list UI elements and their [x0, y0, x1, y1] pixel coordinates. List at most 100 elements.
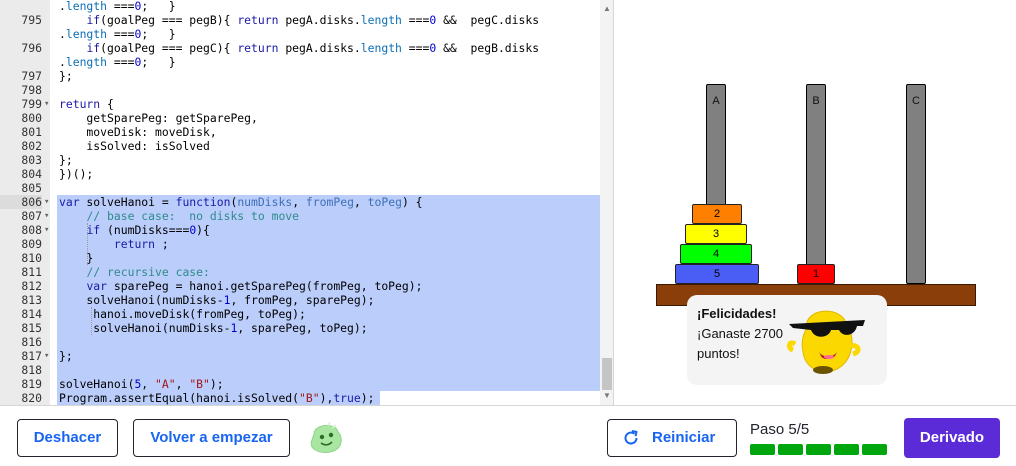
restart-label: Reiniciar [652, 429, 716, 446]
toast-title: ¡Felicidades! [697, 306, 777, 321]
indent-guide [87, 223, 88, 265]
fold-arrow-icon[interactable]: ▾ [44, 209, 52, 223]
indent-guide [91, 307, 92, 335]
code-text[interactable]: return { [59, 97, 114, 111]
line-number: 814 [21, 307, 42, 321]
code-text[interactable]: solveHanoi(numDisks-1, fromPeg, sparePeg… [59, 293, 374, 307]
code-line[interactable]: 798 [0, 83, 600, 97]
code-text[interactable]: .length ===0; } [59, 0, 176, 13]
code-line[interactable]: 804})(); [0, 167, 600, 181]
code-line[interactable]: 802 isSolved: isSolved [0, 139, 600, 153]
scroll-thumb[interactable] [602, 358, 612, 390]
code-text[interactable]: // recursive case: [59, 265, 209, 279]
code-line[interactable]: .length ===0; } [0, 55, 600, 69]
peg-label-b: B [812, 95, 820, 107]
fold-arrow-icon[interactable]: ▾ [44, 195, 52, 209]
code-text[interactable]: solveHanoi(numDisks-1, sparePeg, toPeg); [59, 321, 367, 335]
code-text[interactable]: }; [59, 69, 73, 83]
code-text[interactable]: // base case: no disks to move [59, 209, 299, 223]
code-text[interactable]: hanoi.moveDisk(fromPeg, toPeg); [59, 307, 306, 321]
code-line[interactable]: 817 ▾}; [0, 349, 600, 363]
line-number: 810 [21, 251, 42, 265]
editor-scrollbar[interactable]: ▲ ▼ [600, 0, 613, 405]
code-line[interactable]: .length ===0; } [0, 0, 600, 13]
line-number: 806 [0, 195, 42, 209]
code-text[interactable]: var solveHanoi = function(numDisks, from… [59, 195, 423, 209]
peg-c: C [906, 84, 926, 284]
code-line[interactable]: 795 if(goalPeg === pegB){ return pegA.di… [0, 13, 600, 27]
line-number: 801 [21, 125, 42, 139]
sunglasses-mascot-icon [786, 310, 865, 374]
line-number: 802 [21, 139, 42, 153]
next-button[interactable]: Derivado [904, 418, 1000, 458]
code-text[interactable]: if(goalPeg === pegC){ return pegA.disks.… [59, 41, 539, 55]
code-line[interactable]: 796 if(goalPeg === pegC){ return pegA.di… [0, 41, 600, 55]
code-line[interactable]: 812 var sparePeg = hanoi.getSparePeg(fro… [0, 279, 600, 293]
restart-icon [624, 430, 638, 445]
peg-label-c: C [912, 95, 920, 107]
code-line[interactable]: 810 } [0, 251, 600, 265]
code-text[interactable]: })(); [59, 167, 93, 181]
code-text[interactable]: moveDisk: moveDisk, [59, 125, 216, 139]
code-line[interactable]: 814 hanoi.moveDisk(fromPeg, toPeg); [0, 307, 600, 321]
peg-b: B [806, 84, 826, 284]
code-text[interactable]: if(goalPeg === pegB){ return pegA.disks.… [59, 13, 539, 27]
disk-2: 2 [692, 204, 742, 224]
code-text[interactable]: .length ===0; } [59, 55, 176, 69]
code-text[interactable]: solveHanoi(5, "A", "B"); [59, 377, 224, 391]
code-line[interactable]: 806 ▾ var solveHanoi = function(numDisks, … [0, 195, 600, 209]
fold-arrow-icon[interactable]: ▾ [44, 97, 52, 111]
line-number: 800 [21, 111, 42, 125]
fold-arrow-icon[interactable]: ▾ [44, 349, 52, 363]
footer-bar: Deshacer Volver a empezar Reiniciar Paso… [0, 405, 1016, 466]
code-text[interactable]: getSparePeg: getSparePeg, [59, 111, 257, 125]
code-line[interactable]: 805 [0, 181, 600, 195]
progress-segment [750, 444, 775, 455]
undo-button[interactable]: Deshacer [17, 419, 118, 457]
code-line[interactable]: 808 ▾ if (numDisks===0){ [0, 223, 600, 237]
code-line[interactable]: 801 moveDisk: moveDisk, [0, 125, 600, 139]
code-text[interactable]: .length ===0; } [59, 27, 176, 41]
code-line[interactable]: 813 solveHanoi(numDisks-1, fromPeg, spar… [0, 293, 600, 307]
code-text[interactable]: Program.assertEqual(hanoi.isSolved("B"),… [59, 391, 374, 405]
code-line[interactable]: 815 solveHanoi(numDisks-1, sparePeg, toP… [0, 321, 600, 335]
code-line[interactable]: 816 [0, 335, 600, 349]
line-number: 815 [21, 321, 42, 335]
code-line[interactable]: 809 return ; [0, 237, 600, 251]
code-text[interactable]: return ; [59, 237, 169, 251]
line-number: 809 [21, 237, 42, 251]
line-number: 819 [21, 377, 42, 391]
code-text[interactable]: }; [59, 153, 73, 167]
disk-5: 5 [675, 264, 759, 284]
code-line[interactable]: 819 solveHanoi(5, "A", "B"); [0, 377, 600, 391]
code-line[interactable]: 820 Program.assertEqual(hanoi.isSolved("B… [0, 391, 600, 405]
line-number: 803 [21, 153, 42, 167]
code-line[interactable]: .length ===0; } [0, 27, 600, 41]
code-text[interactable]: }; [59, 349, 73, 363]
step-counter: Paso 5/5 [750, 421, 810, 438]
code-line[interactable]: 807 ▾ // base case: no disks to move [0, 209, 600, 223]
start-over-button[interactable]: Volver a empezar [133, 419, 290, 457]
progress-segment [862, 444, 887, 455]
code-line[interactable]: 818 [0, 363, 600, 377]
scroll-down-arrow-icon[interactable]: ▼ [600, 389, 613, 403]
code-text[interactable]: if (numDisks===0){ [59, 223, 209, 237]
restart-button[interactable]: Reiniciar [607, 419, 737, 457]
hint-blob-icon[interactable] [306, 420, 346, 456]
disk-1: 1 [797, 264, 835, 284]
code-text[interactable]: isSolved: isSolved [59, 139, 209, 153]
fold-arrow-icon[interactable]: ▾ [44, 223, 52, 237]
code-line[interactable]: 811 // recursive case: [0, 265, 600, 279]
output-canvas[interactable]: A B C 2 3 4 5 1 ¡Felicidades! ¡Ganaste 2… [615, 0, 1016, 405]
code-text[interactable]: } [59, 251, 93, 265]
disk-3: 3 [685, 224, 747, 244]
scroll-up-arrow-icon[interactable]: ▲ [600, 2, 613, 16]
code-line[interactable]: 797}; [0, 69, 600, 83]
line-number: 818 [21, 363, 42, 377]
code-line[interactable]: 800 getSparePeg: getSparePeg, [0, 111, 600, 125]
peg-label-a: A [712, 95, 720, 107]
code-editor[interactable]: .length ===0; } 795 if(goalPeg === pegB){… [0, 0, 614, 405]
code-text[interactable]: var sparePeg = hanoi.getSparePeg(fromPeg… [59, 279, 422, 293]
code-line[interactable]: 799 ▾ return { [0, 97, 600, 111]
code-line[interactable]: 803}; [0, 153, 600, 167]
